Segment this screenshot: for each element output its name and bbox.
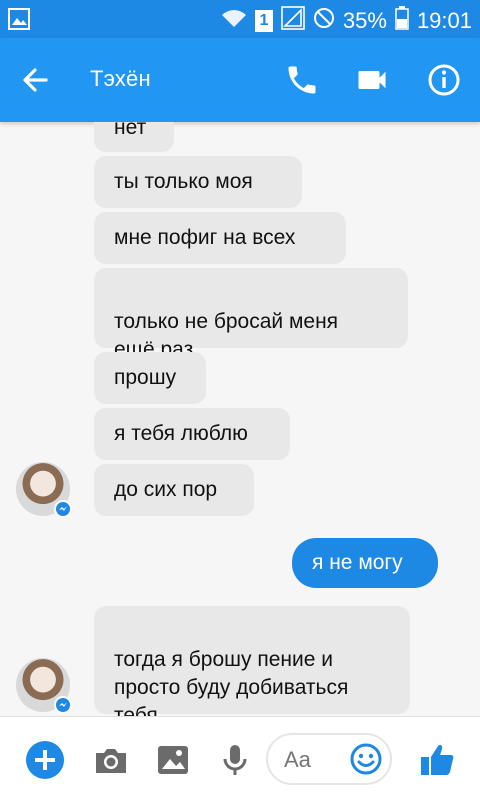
- video-icon[interactable]: [354, 62, 390, 98]
- message-bubble[interactable]: прошу: [94, 352, 206, 404]
- emoji-icon[interactable]: [350, 743, 382, 775]
- wifi-icon: [221, 7, 247, 34]
- mic-icon[interactable]: [216, 741, 254, 779]
- message-input-box[interactable]: [266, 733, 392, 785]
- message-text: тогда я брошу пение и просто буду добива…: [114, 648, 349, 716]
- plus-icon[interactable]: [26, 741, 64, 779]
- message-bubble[interactable]: мне пофиг на всех: [94, 212, 346, 264]
- message-bubble[interactable]: тогда я брошу пение и просто буду добива…: [94, 606, 410, 716]
- message-bubble[interactable]: только не бросай меня ещё раз: [94, 268, 408, 361]
- messenger-badge-icon: [54, 500, 72, 518]
- message-bubble[interactable]: до сих пор: [94, 464, 254, 516]
- message-bubble-outgoing[interactable]: я не могу: [292, 538, 438, 588]
- conversation-header: Тэхён: [0, 38, 480, 122]
- signal-icon: [281, 6, 305, 35]
- camera-icon[interactable]: [92, 741, 130, 779]
- message-text: до сих пор: [114, 478, 218, 501]
- message-bubble[interactable]: я тебя люблю: [94, 408, 290, 460]
- contact-name[interactable]: Тэхён: [90, 66, 151, 92]
- battery-icon: [395, 6, 409, 35]
- sim-number: 1: [259, 11, 269, 29]
- message-text: прошу: [114, 366, 177, 389]
- gallery-notification-icon: [8, 8, 30, 35]
- no-data-icon: [313, 7, 335, 34]
- like-icon[interactable]: [418, 741, 456, 779]
- message-bubble[interactable]: нет: [94, 122, 174, 152]
- message-text: ты только моя: [114, 170, 253, 193]
- clock: 19:01: [416, 7, 472, 33]
- contact-avatar[interactable]: [16, 462, 72, 518]
- sim-badge: 1: [254, 9, 273, 32]
- message-input[interactable]: [282, 745, 346, 775]
- battery-percent: 35%: [342, 7, 387, 33]
- message-text: я тебя люблю: [114, 422, 248, 445]
- back-arrow-icon[interactable]: [18, 62, 54, 98]
- status-bar: 1 35% 19:01: [0, 0, 480, 38]
- message-text: мне пофиг на всех: [114, 226, 296, 249]
- contact-avatar[interactable]: [16, 658, 72, 714]
- info-icon[interactable]: [426, 62, 462, 98]
- composer-bar: [0, 716, 480, 801]
- messenger-badge-icon: [54, 696, 72, 714]
- image-icon[interactable]: [154, 741, 192, 779]
- message-text: я не могу: [312, 551, 403, 574]
- message-list[interactable]: нет ты только моя мне пофиг на всех толь…: [0, 122, 480, 716]
- phone-icon[interactable]: [284, 62, 320, 98]
- message-bubble[interactable]: ты только моя: [94, 156, 302, 208]
- message-text: нет: [114, 122, 147, 139]
